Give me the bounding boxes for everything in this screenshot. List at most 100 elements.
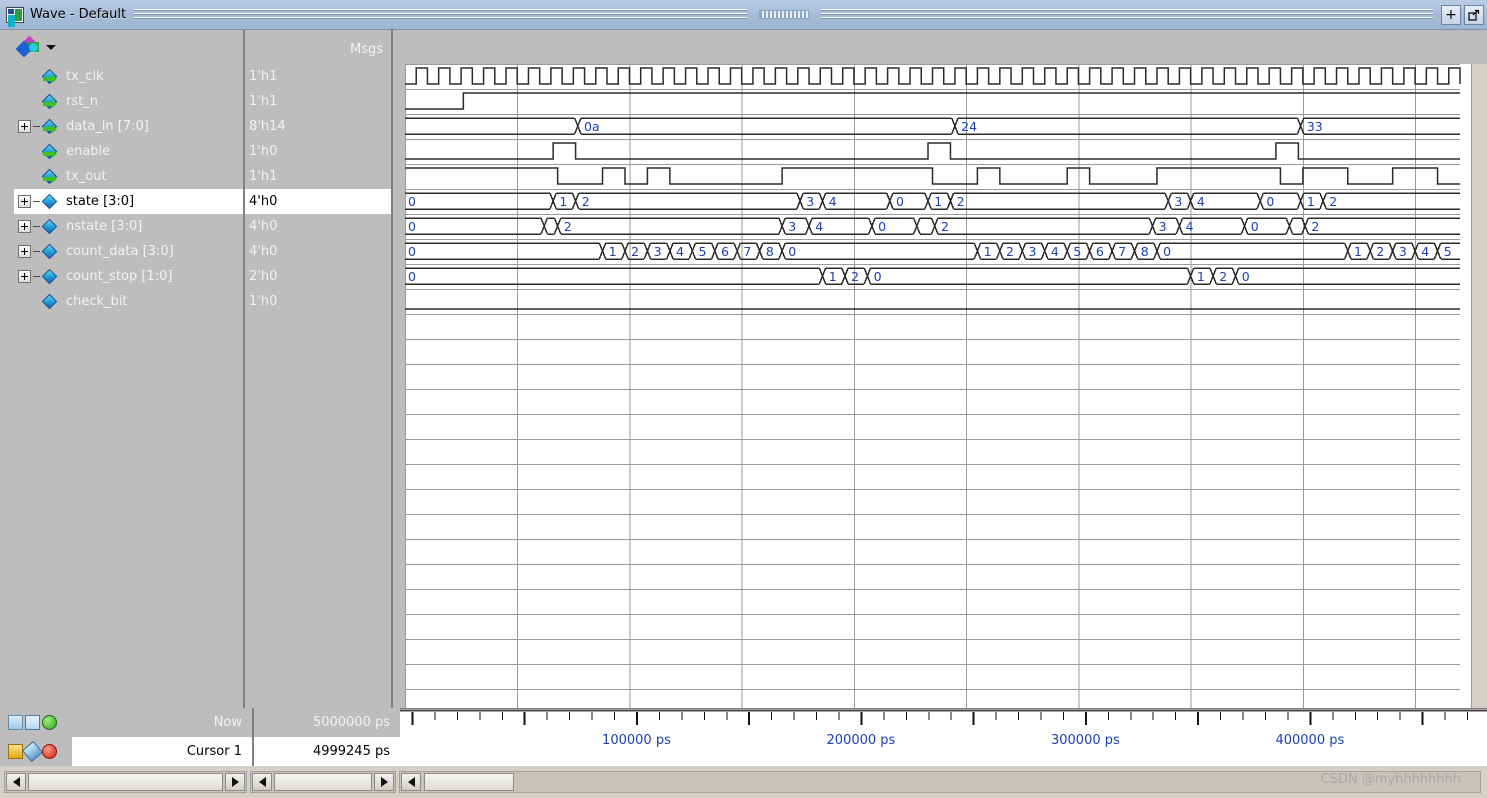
signal-row-count-data[interactable]: count_data [3:0] <box>14 239 243 264</box>
wave-left-margin <box>393 64 405 708</box>
signal-row-tx-out[interactable]: tx_out <box>14 164 243 189</box>
wave-palette-icon[interactable] <box>15 35 40 58</box>
values-hscrollbar[interactable] <box>250 771 396 793</box>
signal-name-label: enable <box>66 144 111 159</box>
signal-type-icon <box>41 93 61 110</box>
expand-icon[interactable] <box>18 245 31 258</box>
expander-placeholder <box>18 95 31 108</box>
svg-text:0: 0 <box>408 269 416 284</box>
signal-row-enable[interactable]: enable <box>14 139 243 164</box>
signal-value-row: 1'h0 <box>245 289 391 314</box>
chevron-down-icon[interactable] <box>46 45 56 50</box>
msgs-column-header[interactable]: Msgs <box>245 30 393 64</box>
expand-icon[interactable] <box>18 220 31 233</box>
signal-row-count-stop[interactable]: count_stop [1:0] <box>14 264 243 289</box>
signal-value-row: 1'h0 <box>245 139 391 164</box>
signal-value-label: 1'h1 <box>249 94 278 109</box>
svg-text:4: 4 <box>1051 244 1059 259</box>
svg-text:3: 3 <box>806 194 814 209</box>
values-scroll-thumb[interactable] <box>274 773 372 791</box>
signal-names-pane[interactable]: tx_clk rst_n data_in [7:0] enable tx_out stat… <box>0 64 245 708</box>
svg-text:1: 1 <box>1197 269 1205 284</box>
delete-cursor-icon[interactable] <box>42 744 57 759</box>
names-hscrollbar[interactable] <box>4 771 247 793</box>
tree-line <box>33 276 40 277</box>
svg-text:6: 6 <box>721 244 729 259</box>
signal-row-state[interactable]: state [3:0] <box>14 189 243 214</box>
signal-row-data-in[interactable]: data_in [7:0] <box>14 114 243 139</box>
wave-scroll-left-button[interactable] <box>401 773 421 791</box>
svg-text:1: 1 <box>609 244 617 259</box>
signal-value-row: 4'h0 <box>245 214 391 239</box>
signal-value-row: 4'h0 <box>245 239 391 264</box>
wave-hscrollbar[interactable] <box>399 771 1481 793</box>
values-scroll-right-button[interactable] <box>374 773 394 791</box>
modelsim-wave-icon <box>6 6 24 23</box>
svg-text:4: 4 <box>829 194 837 209</box>
signal-name-label: count_data [3:0] <box>66 244 174 259</box>
time-axis-label: 300000 ps <box>1050 733 1120 748</box>
svg-text:0: 0 <box>408 244 416 259</box>
svg-text:24: 24 <box>961 119 977 134</box>
tree-line <box>33 76 40 77</box>
watermark-label: CSDN @myhhhhhhhh <box>1320 772 1461 787</box>
tree-line <box>33 176 40 177</box>
expand-icon[interactable] <box>18 270 31 283</box>
tree-line <box>33 151 40 152</box>
waveform-icon[interactable] <box>25 715 40 730</box>
titlebar-grip <box>134 9 747 20</box>
expand-icon[interactable] <box>18 120 31 133</box>
lock-icon[interactable] <box>8 744 23 759</box>
signal-type-icon <box>41 218 61 235</box>
svg-text:2: 2 <box>957 194 965 209</box>
signal-values-pane[interactable]: 1'h1 1'h1 8'h14 1'h0 1'h1 4'h0 4'h0 4'h0 2'h0 1'h… <box>245 64 393 708</box>
svg-text:6: 6 <box>1096 244 1104 259</box>
svg-text:0: 0 <box>878 219 886 234</box>
dock-button[interactable]: + <box>1441 4 1462 25</box>
wave-column-header <box>393 30 1487 64</box>
names-scroll-right-button[interactable] <box>225 773 245 791</box>
wave-scroll-thumb[interactable] <box>424 773 514 791</box>
signal-row-rst-n[interactable]: rst_n <box>14 89 243 114</box>
expander-placeholder <box>18 145 31 158</box>
names-scroll-left-button[interactable] <box>6 773 26 791</box>
signal-type-icon <box>41 143 61 160</box>
names-scroll-thumb[interactable] <box>28 773 223 791</box>
cursor-row[interactable]: Cursor 1 4999245 ps <box>0 737 400 766</box>
svg-text:2: 2 <box>1376 244 1384 259</box>
undock-icon <box>1468 9 1480 21</box>
svg-text:1: 1 <box>1354 244 1362 259</box>
svg-text:2: 2 <box>941 219 949 234</box>
wave-cursor-icon[interactable] <box>8 715 23 730</box>
titlebar-drag-handle[interactable] <box>758 10 809 19</box>
signal-value-row: 4'h0 <box>245 189 391 214</box>
signal-row-check-bit[interactable]: check_bit <box>14 289 243 314</box>
svg-text:0: 0 <box>896 194 904 209</box>
svg-text:1: 1 <box>559 194 567 209</box>
waveform-pane[interactable]: 0a 24 33 0 1 2 3 4 0 1 2 3 4 0 1 2 0 2 3 4 0 2 3 4 0 2 0 1 2 3 4 5 6 7 8 0 1… <box>393 64 1487 708</box>
now-row-icons <box>0 708 72 737</box>
expander-placeholder <box>18 170 31 183</box>
window-titlebar: Wave - Default + <box>0 0 1487 30</box>
bottom-scrollbars <box>0 766 1487 798</box>
time-axis: 100000 ps 200000 ps 300000 ps 400000 ps <box>400 708 1487 766</box>
time-axis-label: 400000 ps <box>1275 733 1345 748</box>
svg-text:1: 1 <box>984 244 992 259</box>
titlebar-grip-right <box>820 9 1434 20</box>
svg-text:4: 4 <box>1197 194 1205 209</box>
svg-text:0: 0 <box>874 269 882 284</box>
signal-name-label: check_bit <box>66 294 128 309</box>
signal-row-tx-clk[interactable]: tx_clk <box>14 64 243 89</box>
undock-button[interactable] <box>1464 4 1485 25</box>
signal-row-nstate[interactable]: nstate [3:0] <box>14 214 243 239</box>
wave-vertical-scrollbar[interactable] <box>1471 64 1487 708</box>
wrench-icon[interactable] <box>21 740 44 763</box>
expand-icon[interactable] <box>18 195 31 208</box>
now-value: 5000000 ps <box>252 708 400 737</box>
svg-text:5: 5 <box>1444 244 1452 259</box>
values-scroll-left-button[interactable] <box>252 773 272 791</box>
signal-type-icon <box>41 243 61 260</box>
add-cursor-icon[interactable] <box>42 715 57 730</box>
window-title: Wave - Default <box>30 7 127 22</box>
signal-value-row: 1'h1 <box>245 64 391 89</box>
